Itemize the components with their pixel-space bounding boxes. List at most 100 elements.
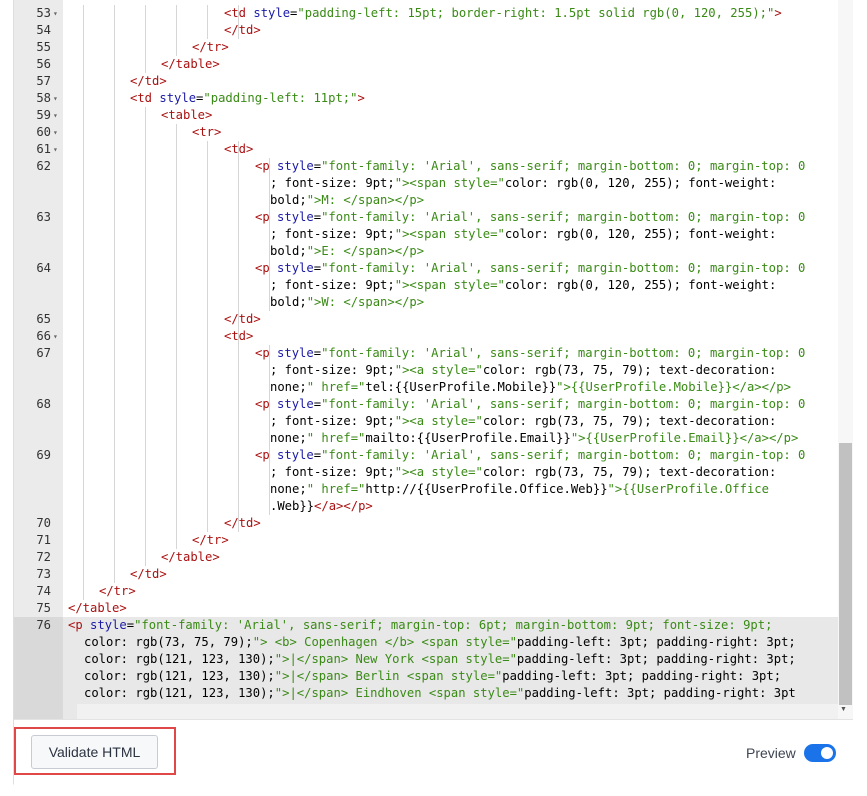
indent-guide <box>83 379 84 396</box>
indent-guide <box>114 549 115 566</box>
code-line[interactable]: 61 ▾ <td> <box>14 141 838 158</box>
indent-guide <box>176 277 177 294</box>
code-line[interactable]: 59 ▾ <table> <box>14 107 838 124</box>
code-text: ; font-size: 9pt;"><a style="color: rgb(… <box>68 464 838 481</box>
line-number-text: 65 <box>36 312 51 326</box>
line-number-text: 53 <box>36 6 51 20</box>
code-line[interactable]: ; font-size: 9pt;"><a style="color: rgb(… <box>14 464 838 481</box>
code-line[interactable]: 57 </td> <box>14 73 838 90</box>
code-line[interactable]: none;" href="tel:{{UserProfile.Mobile}}"… <box>14 379 838 396</box>
indent-guide <box>176 226 177 243</box>
validate-html-button[interactable]: Validate HTML <box>31 735 158 769</box>
code-line[interactable]: color: rgb(121, 123, 130);">|</span> Ber… <box>14 668 838 685</box>
code-line[interactable]: 66 ▾ <td> <box>14 328 838 345</box>
code-line[interactable]: 65 </td> <box>14 311 838 328</box>
code-text: bold;">W: </span></p> <box>68 294 838 311</box>
code-text: </table> <box>68 56 838 73</box>
fold-toggle-icon[interactable]: ▾ <box>53 328 58 345</box>
code-editor[interactable]: 53 ▾ <td style="padding-left: 15pt; border… <box>14 0 853 719</box>
preview-toggle[interactable] <box>804 744 836 762</box>
code-line[interactable]: 75 </table> <box>14 600 838 617</box>
code-line[interactable]: 67 <p style="font-family: 'Arial', sans-s… <box>14 345 838 362</box>
code-line[interactable]: 54 </td> <box>14 22 838 39</box>
code-line[interactable]: ; font-size: 9pt;"><span style="color: r… <box>14 277 838 294</box>
code-line[interactable]: ; font-size: 9pt;"><a style="color: rgb(… <box>14 413 838 430</box>
code-line[interactable]: bold;">W: </span></p> <box>14 294 838 311</box>
code-line[interactable]: 58 ▾ <td style="padding-left: 11pt;"> <box>14 90 838 107</box>
code-line[interactable]: 64 <p style="font-family: 'Arial', sans-s… <box>14 260 838 277</box>
indent-guide <box>176 379 177 396</box>
code-line[interactable]: 63 <p style="font-family: 'Arial', sans-s… <box>14 209 838 226</box>
indent-guide <box>145 481 146 498</box>
fold-toggle-icon[interactable]: ▾ <box>53 141 58 158</box>
code-line[interactable]: 55 </tr> <box>14 39 838 56</box>
code-line[interactable]: bold;">E: </span></p> <box>14 243 838 260</box>
code-line[interactable]: 69 <p style="font-family: 'Arial', sans-s… <box>14 447 838 464</box>
fold-toggle-icon[interactable]: ▾ <box>53 124 58 141</box>
code-line[interactable]: ; font-size: 9pt;"><span style="color: r… <box>14 226 838 243</box>
code-line[interactable]: bold;">M: </span></p> <box>14 192 838 209</box>
code-line[interactable]: 71 </tr> <box>14 532 838 549</box>
indent-guide <box>269 209 270 226</box>
line-number: 59 ▾ <box>14 107 63 124</box>
indent-guide <box>269 362 270 379</box>
fold-toggle-icon[interactable]: ▾ <box>53 90 58 107</box>
code-line[interactable]: 74 </tr> <box>14 583 838 600</box>
code-line[interactable]: 73 </td> <box>14 566 838 583</box>
indent-guide <box>145 260 146 277</box>
indent-guide <box>269 260 270 277</box>
code-line[interactable]: color: rgb(121, 123, 130);">|</span> Ein… <box>14 685 838 702</box>
indent-guide <box>145 379 146 396</box>
code-line[interactable]: ; font-size: 9pt;"><a style="color: rgb(… <box>14 362 838 379</box>
vertical-scrollbar-thumb[interactable] <box>839 443 852 705</box>
line-number: 66 ▾ <box>14 328 63 345</box>
code-line[interactable]: none;" href="mailto:{{UserProfile.Email}… <box>14 430 838 447</box>
code-text: <p style="font-family: 'Arial', sans-ser… <box>68 260 838 277</box>
indent-guide <box>176 260 177 277</box>
code-line[interactable]: 60 ▾ <tr> <box>14 124 838 141</box>
indent-guide <box>238 226 239 243</box>
indent-guide <box>83 73 84 90</box>
indent-guide <box>83 107 84 124</box>
code-line[interactable]: 70 </td> <box>14 515 838 532</box>
line-number: 63 <box>14 209 63 226</box>
code-line[interactable]: 68 <p style="font-family: 'Arial', sans-s… <box>14 396 838 413</box>
code-line[interactable]: 72 </table> <box>14 549 838 566</box>
indent-guide <box>83 396 84 413</box>
line-number: 65 <box>14 311 63 328</box>
code-line[interactable]: 76 <p style="font-family: 'Arial', sans-s… <box>14 617 838 634</box>
code-text: </td> <box>68 22 838 39</box>
fold-toggle-icon[interactable]: ▾ <box>53 5 58 22</box>
indent-guide <box>238 413 239 430</box>
indent-guide <box>83 481 84 498</box>
code-text: color: rgb(73, 75, 79);"> <b> Copenhagen… <box>84 635 796 649</box>
code-line[interactable]: 56 </table> <box>14 56 838 73</box>
code-line[interactable]: 53 ▾ <td style="padding-left: 15pt; border… <box>14 5 838 22</box>
code-line[interactable]: 62 <p style="font-family: 'Arial', sans-s… <box>14 158 838 175</box>
toggle-knob <box>821 747 833 759</box>
code-lines[interactable]: 53 ▾ <td style="padding-left: 15pt; border… <box>14 5 838 719</box>
indent-guide <box>207 243 208 260</box>
scroll-down-arrow-icon[interactable]: ▼ <box>840 706 847 713</box>
indent-guide <box>238 362 239 379</box>
horizontal-scrollbar[interactable] <box>77 704 852 719</box>
code-line[interactable]: none;" href="http://{{UserProfile.Office… <box>14 481 838 498</box>
indent-guide <box>114 447 115 464</box>
indent-guide <box>269 481 270 498</box>
code-line[interactable]: color: rgb(73, 75, 79);"> <b> Copenhagen… <box>14 634 838 651</box>
indent-guide <box>207 413 208 430</box>
indent-guide <box>83 328 84 345</box>
indent-guide <box>238 175 239 192</box>
line-number <box>14 294 63 311</box>
indent-guide <box>114 362 115 379</box>
indent-guide <box>145 22 146 39</box>
fold-toggle-icon[interactable]: ▾ <box>53 107 58 124</box>
code-line[interactable]: ; font-size: 9pt;"><span style="color: r… <box>14 175 838 192</box>
indent-guide <box>114 498 115 515</box>
code-line[interactable]: .Web}}</a></p> <box>14 498 838 515</box>
indent-guide <box>176 5 177 22</box>
indent-guide <box>114 345 115 362</box>
code-line[interactable]: color: rgb(121, 123, 130);">|</span> New… <box>14 651 838 668</box>
indent-guide <box>207 328 208 345</box>
indent-guide <box>145 430 146 447</box>
